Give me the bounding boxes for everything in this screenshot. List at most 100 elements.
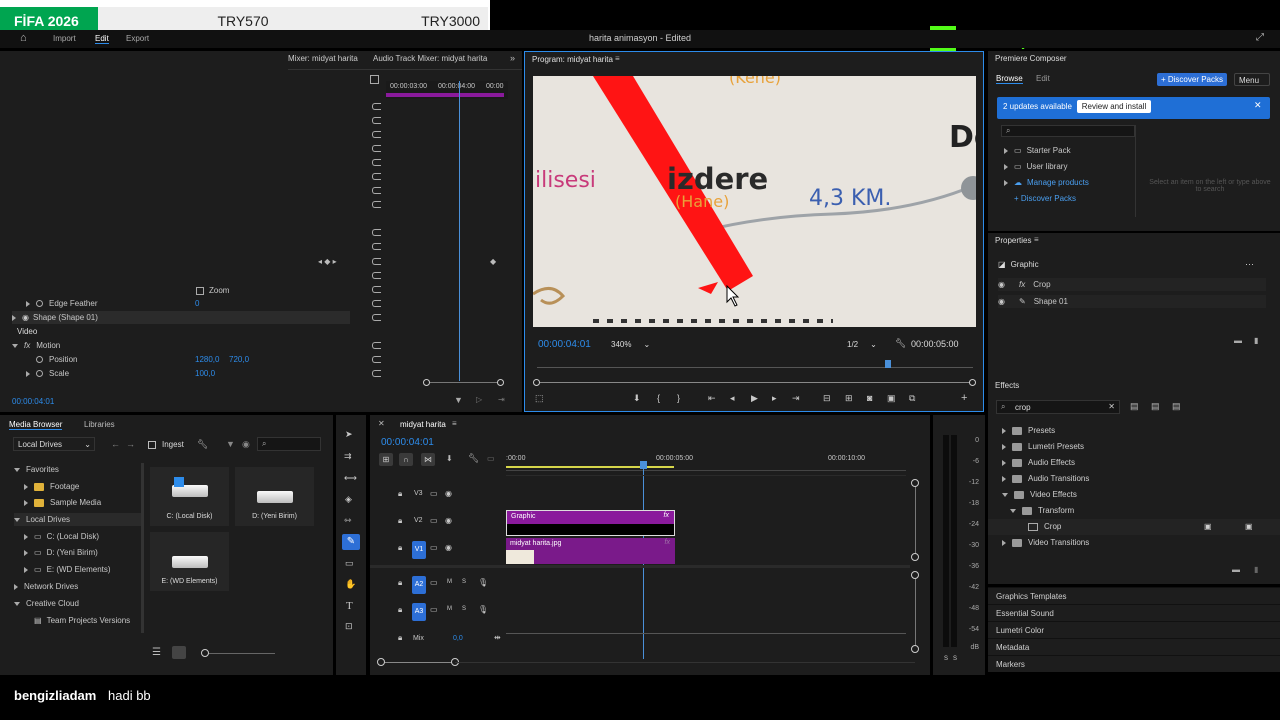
film-icon[interactable]: ▭ <box>430 489 438 498</box>
yuv-icon[interactable]: ▤ <box>1172 401 1181 412</box>
tab-markers[interactable]: Markers <box>988 655 1280 672</box>
tab-browse[interactable]: Browse <box>996 74 1023 84</box>
properties-menu-icon[interactable]: ≡ <box>1034 235 1039 244</box>
solo-button-2[interactable]: S <box>462 606 466 612</box>
program-timecode[interactable]: 00:00:04:01 <box>538 339 591 350</box>
mute-button[interactable]: M <box>447 579 452 585</box>
pen-tool-icon[interactable]: ✎ <box>342 534 360 550</box>
timeline-playhead[interactable] <box>643 469 644 659</box>
tab-metadata[interactable]: Metadata <box>988 638 1280 655</box>
reset-icon-9[interactable] <box>372 229 381 236</box>
program-playhead-marker[interactable] <box>885 360 891 368</box>
export-icon[interactable]: ⇥ <box>498 395 505 404</box>
add-marker-icon[interactable]: ⬇ <box>446 454 453 463</box>
program-video[interactable]: izdere (Kene) (Hane) ilisesi 4,3 KM. De <box>533 76 976 327</box>
effects-audio-transitions[interactable]: Audio Transitions <box>988 471 1280 487</box>
32bit-icon[interactable]: ▤ <box>1151 401 1160 412</box>
effects-video-transitions[interactable]: Video Transitions <box>988 535 1280 551</box>
lock-icon[interactable]: 🔒︎ <box>398 489 402 499</box>
back-icon[interactable]: ← <box>111 439 120 449</box>
drive-tile-e[interactable]: E: (WD Elements) <box>150 532 229 591</box>
tree-sample-media[interactable]: Sample Media <box>24 496 101 509</box>
meter-solo-right[interactable]: S <box>953 656 957 662</box>
play-only-icon[interactable]: ▷ <box>476 395 482 404</box>
tree-creative-cloud[interactable]: Creative Cloud <box>14 597 79 610</box>
play-icon[interactable]: ▶ <box>751 393 758 404</box>
timeline-settings-icon[interactable]: 🔧︎ <box>468 453 479 464</box>
panel-overflow-icon[interactable]: » <box>510 53 515 63</box>
close-banner-icon[interactable]: ✕ <box>1254 100 1262 111</box>
reset-icon-15[interactable] <box>372 314 381 321</box>
edge-feather-value[interactable]: 0 <box>195 297 199 310</box>
ec-timecode[interactable]: 00:00:04:01 <box>12 397 54 406</box>
tree-network[interactable]: Network Drives <box>14 580 78 593</box>
effects-trash-icon[interactable]: ▮ <box>1254 565 1258 574</box>
timeline-playhead-head[interactable] <box>640 461 647 469</box>
program-scrollbar[interactable] <box>533 379 976 386</box>
film-icon-3[interactable]: ▭ <box>430 543 438 552</box>
composer-search[interactable]: ⌕ <box>1001 125 1135 137</box>
mute-button-2[interactable]: M <box>447 606 452 612</box>
timeline-close-icon[interactable]: ✕ <box>378 419 385 428</box>
effects-crop[interactable]: Crop ▣ ▣ <box>988 519 1280 535</box>
mb-search[interactable]: ⌕ <box>257 437 321 451</box>
tab-audio-mixer[interactable]: Audio Track Mixer: midyat harita <box>373 54 487 63</box>
clip-graphic[interactable]: Graphic fx <box>506 510 675 536</box>
go-to-out-icon[interactable]: ⇥ <box>792 393 800 404</box>
reset-icon-7[interactable] <box>372 187 381 194</box>
tab-graphics-templates[interactable]: Graphics Templates <box>988 587 1280 604</box>
film-icon-5[interactable]: ▭ <box>430 605 438 614</box>
tree-c-drive[interactable]: ▭ C: (Local Disk) <box>24 530 99 543</box>
trim-icon[interactable]: ⧉ <box>909 393 915 404</box>
eye-icon-2[interactable]: ◉ <box>998 280 1005 289</box>
tree-footage[interactable]: Footage <box>24 480 79 493</box>
forward-icon[interactable]: → <box>126 439 135 449</box>
reset-icon-18[interactable] <box>372 370 381 377</box>
scale-value[interactable]: 100,0 <box>195 367 215 380</box>
lock-icon-3[interactable]: 🔒︎ <box>398 543 402 553</box>
reset-icon-6[interactable] <box>372 173 381 180</box>
effects-presets[interactable]: Presets <box>988 423 1280 439</box>
timeline-tab-menu-icon[interactable]: ≡ <box>452 419 457 428</box>
razor-icon[interactable]: ◈ <box>345 494 352 505</box>
effects-audio-effects[interactable]: Audio Effects <box>988 455 1280 471</box>
rectangle-tool-icon[interactable]: ▭ <box>345 558 354 569</box>
position-y[interactable]: 720,0 <box>229 353 249 366</box>
lock-icon-4[interactable]: 🔒︎ <box>398 578 402 588</box>
v-scroll-video[interactable] <box>911 479 919 561</box>
stopwatch-icon-3[interactable] <box>36 370 43 378</box>
lock-icon-5[interactable]: 🔒︎ <box>398 605 402 615</box>
list-view-icon[interactable]: ☰ <box>152 647 161 658</box>
lock-icon-6[interactable]: 🔒︎ <box>398 633 402 643</box>
timeline-timecode[interactable]: 00:00:04:01 <box>381 437 434 448</box>
manage-products-item[interactable]: ☁ Manage products <box>1004 176 1089 189</box>
effects-new-bin-icon[interactable]: ▬ <box>1232 565 1240 574</box>
thumb-size-slider[interactable] <box>201 649 275 657</box>
selection-tool-icon[interactable]: ➤ <box>345 429 353 440</box>
mic-icon[interactable]: 🎙︎ <box>478 578 488 587</box>
menu-edit[interactable]: Edit <box>95 34 109 44</box>
marker-icon[interactable]: ⬇ <box>633 393 641 404</box>
tree-scrollbar[interactable] <box>141 463 144 633</box>
reset-icon-8[interactable] <box>372 201 381 208</box>
camera-icon[interactable]: ◙ <box>867 393 872 403</box>
user-library-item[interactable]: ▭ User library <box>1004 160 1067 173</box>
eye-icon[interactable]: ◉ <box>22 313 29 322</box>
mic-icon-2[interactable]: 🎙︎ <box>478 605 488 614</box>
ec-zoom-scroll[interactable] <box>423 379 504 386</box>
program-tab[interactable]: Program: midyat harita <box>532 55 613 64</box>
tree-e-drive[interactable]: ▭ E: (WD Elements) <box>24 563 111 576</box>
program-zoom-select[interactable]: 340% ⌄ <box>611 338 651 352</box>
tab-essential-sound[interactable]: Essential Sound <box>988 604 1280 621</box>
lock-icon-2[interactable]: 🔒︎ <box>398 516 402 526</box>
hand-tool-icon[interactable]: ✋ <box>345 579 356 590</box>
add-button-icon[interactable]: + <box>961 392 967 404</box>
reset-icon-16[interactable] <box>372 342 381 349</box>
reset-icon-17[interactable] <box>372 356 381 363</box>
motion-row[interactable]: fx Motion <box>12 339 60 352</box>
accelerated-icon[interactable]: ▤ <box>1130 401 1139 412</box>
effects-search[interactable]: ⌕ crop ✕ <box>996 400 1120 414</box>
ec-playhead[interactable] <box>459 81 460 381</box>
reset-icon-10[interactable] <box>372 243 381 250</box>
meter-solo-left[interactable]: S <box>944 656 948 662</box>
